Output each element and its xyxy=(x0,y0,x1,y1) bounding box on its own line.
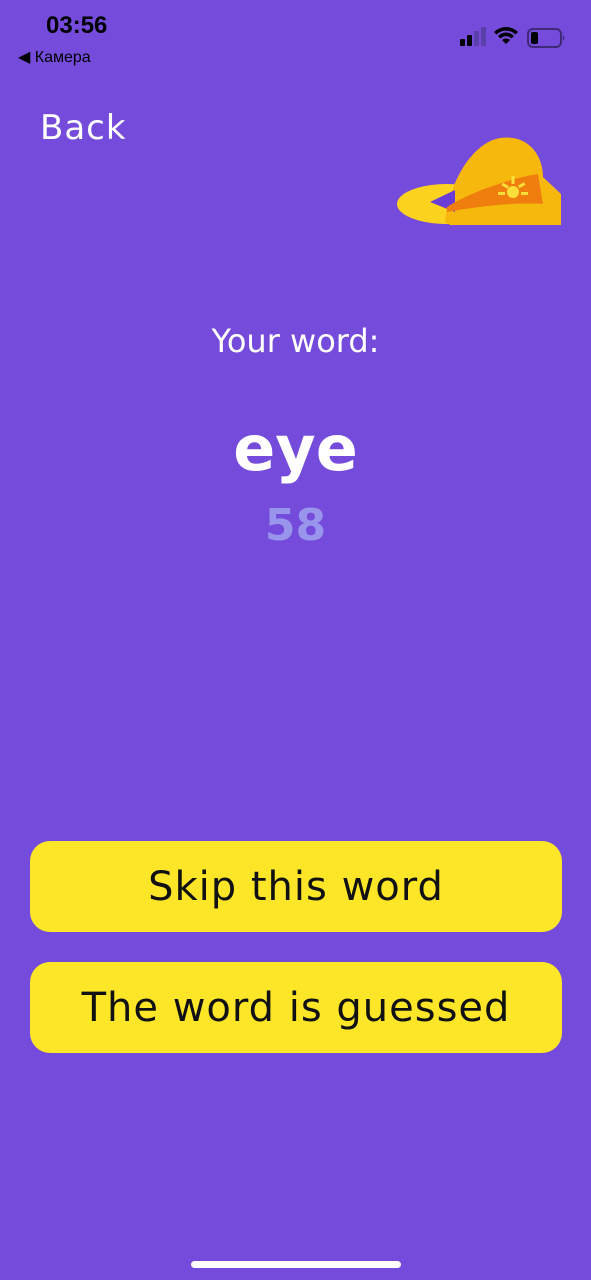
status-time: 03:56 xyxy=(46,12,108,39)
signal-icon xyxy=(460,27,486,46)
back-button[interactable]: Back xyxy=(40,108,127,148)
countdown-timer: 58 xyxy=(264,500,327,551)
back-to-app-link[interactable]: ◀ Камера xyxy=(18,47,91,67)
hat-icon xyxy=(397,137,561,225)
your-word-label: Your word: xyxy=(211,322,380,360)
skip-word-button[interactable]: Skip this word xyxy=(30,841,562,932)
word-guessed-button[interactable]: The word is guessed xyxy=(30,962,562,1053)
battery-icon xyxy=(527,28,565,48)
wifi-icon xyxy=(494,27,518,44)
status-bar: 03:56 ◀ Камера xyxy=(0,0,591,80)
home-indicator[interactable] xyxy=(191,1261,401,1268)
current-word: eye xyxy=(233,412,358,485)
